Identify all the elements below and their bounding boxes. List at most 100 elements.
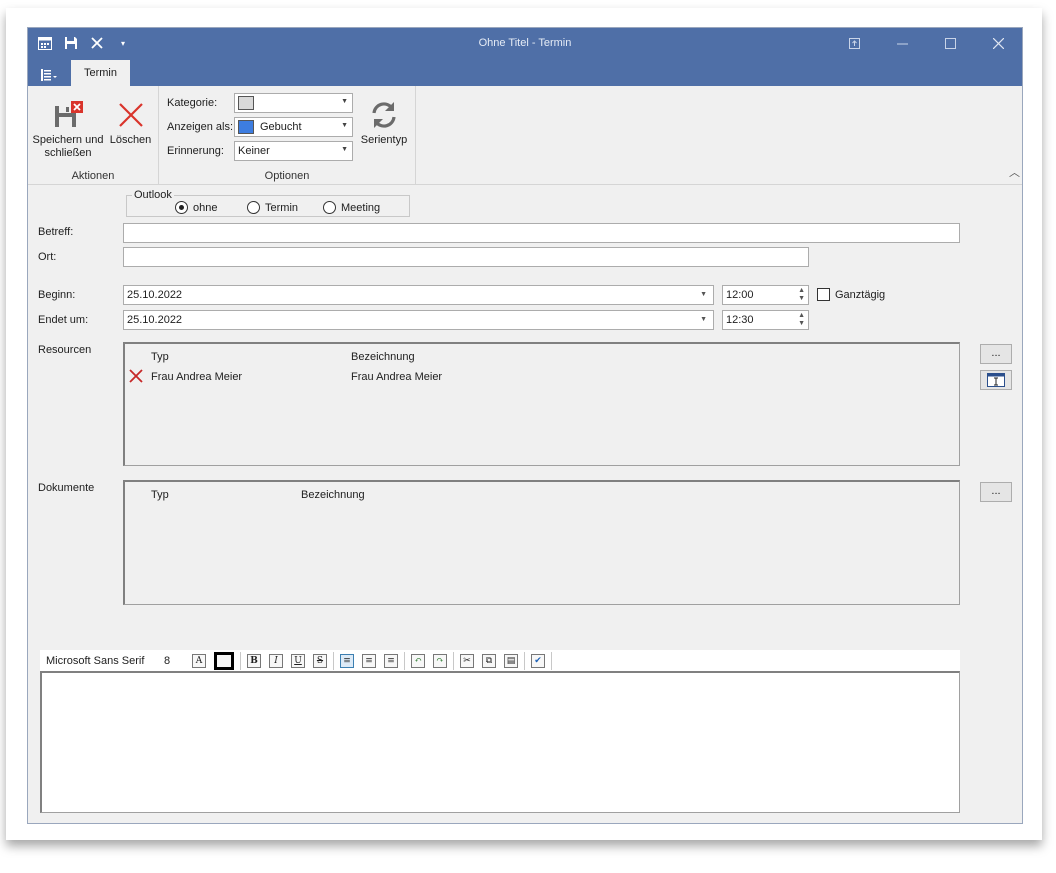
planner-icon — [987, 373, 1005, 387]
resource-name-cell: Frau Andrea Meier — [351, 371, 443, 383]
allday-label: Ganztägig — [835, 288, 886, 301]
options-group-label: Optionen — [264, 170, 310, 182]
reminder-select[interactable]: Keiner ▼ — [234, 141, 353, 161]
ribbon-display-icon[interactable] — [830, 28, 878, 58]
start-date-value: 25.10.2022 — [127, 289, 183, 301]
save-and-close-button[interactable]: Speichern und schließen — [32, 96, 104, 160]
start-time-value: 12:00 — [726, 289, 754, 301]
copy-icon[interactable]: ⧉ — [482, 654, 496, 668]
subject-label: Betreff: — [38, 226, 74, 238]
start-date-picker[interactable]: 25.10.2022 ▼ — [123, 285, 714, 305]
ribbon-group-actions: Speichern und schließen Löschen Aktionen — [28, 86, 159, 185]
show-as-row: Anzeigen als: Gebucht ▼ — [167, 117, 353, 137]
resources-list[interactable]: Typ Bezeichnung Frau Andrea Meier Frau A… — [123, 342, 960, 466]
cut-icon[interactable]: ✂ — [460, 654, 474, 668]
strikethrough-icon[interactable]: S — [313, 654, 327, 668]
ribbon-group-options: Kategorie: ▼ Anzeigen als: Gebucht ▼ Eri… — [159, 86, 416, 185]
show-as-value: Gebucht — [260, 121, 302, 133]
delete-label: Löschen — [109, 134, 152, 146]
documents-label: Dokumente — [38, 482, 95, 494]
maximize-icon[interactable] — [926, 28, 974, 58]
location-input[interactable] — [123, 247, 809, 267]
reminder-row: Erinnerung: Keiner ▼ — [167, 141, 353, 161]
chevron-down-icon: ▼ — [700, 291, 707, 298]
align-left-icon[interactable]: ≡ — [340, 654, 354, 668]
documents-col-name: Bezeichnung — [301, 489, 365, 501]
end-label: Endet um: — [38, 314, 89, 326]
series-type-button[interactable]: Serientyp — [356, 96, 412, 147]
toolbar-separator — [240, 652, 241, 670]
delete-x-icon — [108, 96, 153, 134]
resource-planner-button[interactable] — [980, 370, 1012, 390]
redo-icon[interactable]: ↷ — [433, 654, 447, 668]
remove-x-icon[interactable] — [129, 369, 143, 386]
radio-meeting[interactable]: Meeting — [323, 201, 380, 214]
align-right-icon[interactable]: ≡ — [384, 654, 398, 668]
chevron-down-icon: ▼ — [341, 98, 348, 105]
show-as-label: Anzeigen als: — [167, 121, 234, 133]
show-as-select[interactable]: Gebucht ▼ — [234, 117, 353, 137]
editor-toolbar: Microsoft Sans Serif 8 A B I U S ≡ ≡ ≡ ↶… — [40, 650, 960, 672]
font-dialog-icon[interactable]: A — [192, 654, 206, 668]
toolbar-separator — [551, 652, 552, 670]
documents-ellipsis-button[interactable]: ... — [980, 482, 1012, 502]
resource-type-cell: Frau Andrea Meier — [151, 371, 243, 383]
chevron-down-icon: ▼ — [341, 122, 348, 129]
start-label: Beginn: — [38, 289, 76, 301]
underline-icon[interactable]: U — [291, 654, 305, 668]
radio-termin-label: Termin — [265, 201, 299, 214]
toolbar-separator — [404, 652, 405, 670]
notes-editor[interactable] — [40, 671, 960, 813]
spinner-arrows-icon[interactable]: ▲ ▼ — [798, 287, 805, 303]
tab-termin[interactable]: Termin — [71, 60, 130, 86]
end-time-spinner[interactable]: 12:30 ▲ ▼ — [722, 310, 809, 330]
radio-circle — [175, 201, 188, 214]
spellcheck-icon[interactable]: ✔ — [531, 654, 545, 668]
toolbar-separator — [333, 652, 334, 670]
outlook-legend: Outlook — [132, 189, 174, 201]
actions-group-label: Aktionen — [71, 170, 115, 182]
window-close-icon[interactable] — [974, 28, 1022, 58]
documents-list[interactable]: Typ Bezeichnung — [123, 480, 960, 605]
end-date-picker[interactable]: 25.10.2022 ▼ — [123, 310, 714, 330]
allday-checkbox[interactable]: Ganztägig — [817, 288, 885, 301]
category-color-swatch — [238, 96, 254, 110]
undo-icon[interactable]: ↶ — [411, 654, 425, 668]
radio-circle — [323, 201, 336, 214]
font-name-select[interactable]: Microsoft Sans Serif — [46, 655, 164, 667]
show-as-color-swatch — [238, 120, 254, 134]
minimize-icon[interactable] — [878, 28, 926, 58]
save-close-label-1: Speichern und — [32, 134, 104, 146]
resources-col-type: Typ — [151, 351, 169, 363]
radio-termin[interactable]: Termin — [247, 201, 298, 214]
delete-button[interactable]: Löschen — [108, 96, 153, 147]
category-select[interactable]: ▼ — [234, 93, 353, 113]
paste-icon[interactable]: ▤ — [504, 654, 518, 668]
collapse-ribbon-icon[interactable]: ︿ — [1009, 164, 1020, 180]
color-picker-icon[interactable] — [214, 652, 234, 670]
radio-ohne[interactable]: ohne — [175, 201, 217, 214]
table-row[interactable]: Frau Andrea Meier Frau Andrea Meier — [127, 367, 947, 385]
documents-col-type: Typ — [151, 489, 169, 501]
subject-input[interactable] — [123, 223, 960, 243]
appointment-window: ▾ Ohne Titel - Termin Termin Speichern u… — [27, 27, 1023, 824]
save-close-icon — [32, 96, 104, 134]
checkbox-box — [817, 288, 830, 301]
category-label: Kategorie: — [167, 97, 218, 109]
title-bar: ▾ Ohne Titel - Termin Termin — [28, 28, 1022, 86]
save-close-label-2: schließen — [44, 147, 92, 159]
start-time-spinner[interactable]: 12:00 ▲ ▼ — [722, 285, 809, 305]
file-menu-button[interactable] — [36, 64, 62, 86]
reminder-label: Erinnerung: — [167, 145, 224, 157]
italic-icon[interactable]: I — [269, 654, 283, 668]
end-time-value: 12:30 — [726, 314, 754, 326]
radio-meeting-label: Meeting — [341, 201, 381, 214]
ribbon: Speichern und schließen Löschen Aktionen… — [28, 86, 1022, 185]
spinner-arrows-icon[interactable]: ▲ ▼ — [798, 312, 805, 328]
resources-ellipsis-button[interactable]: ... — [980, 344, 1012, 364]
align-center-icon[interactable]: ≡ — [362, 654, 376, 668]
chevron-down-icon: ▼ — [700, 316, 707, 323]
series-type-label: Serientyp — [360, 134, 408, 146]
font-size-select[interactable]: 8 — [164, 655, 188, 667]
bold-icon[interactable]: B — [247, 654, 261, 668]
